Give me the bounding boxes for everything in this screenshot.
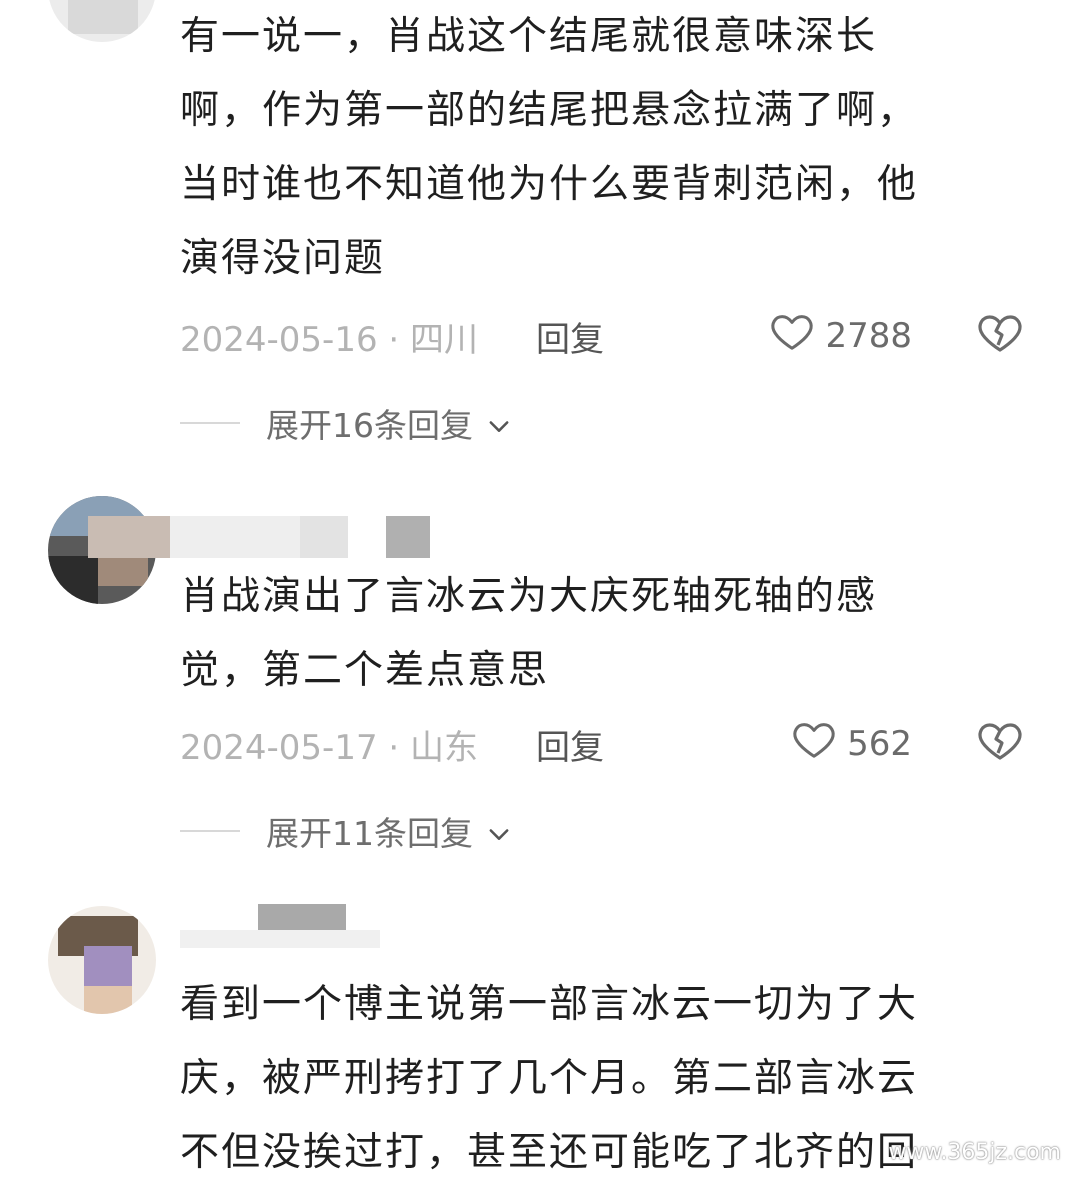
- like-count: 2788: [825, 315, 912, 356]
- chevron-down-icon: [485, 817, 513, 845]
- broken-heart-icon: [976, 723, 1024, 773]
- chevron-down-icon: [485, 409, 513, 437]
- reply-button[interactable]: 回复: [536, 720, 604, 769]
- expand-replies[interactable]: 展开16条回复: [180, 398, 513, 448]
- comment-text: 有一说一，肖战这个结尾就很意味深长 啊，作为第一部的结尾把悬念拉满了啊， 当时谁…: [180, 14, 919, 281]
- heart-outline-icon: [769, 308, 815, 363]
- watermark: www.365jz.com: [888, 1140, 1061, 1165]
- expand-replies-label: 展开16条回复: [266, 406, 473, 445]
- like-button[interactable]: 2788: [769, 308, 912, 363]
- avatar[interactable]: [48, 906, 156, 1014]
- comment-meta: 2024-05-17 · 山东 回复 562: [180, 720, 1040, 770]
- date-location: 2024-05-16 · 四川: [180, 320, 479, 360]
- expand-replies[interactable]: 展开11条回复: [180, 806, 513, 856]
- comment-text: 肖战演出了言冰云为大庆死轴死轴的感 觉，第二个差点意思: [180, 574, 878, 693]
- username-blurred: [180, 900, 420, 950]
- heart-outline-icon: [791, 716, 837, 771]
- date-location: 2024-05-17 · 山东: [180, 728, 479, 768]
- comment-text: 看到一个博主说第一部言冰云一切为了大 庆，被严刑拷打了几个月。第二部言冰云 不但…: [180, 982, 919, 1175]
- divider: [180, 422, 240, 424]
- avatar[interactable]: [48, 0, 156, 42]
- reply-button[interactable]: 回复: [536, 312, 604, 361]
- like-button[interactable]: 562: [791, 716, 912, 771]
- comment-meta: 2024-05-16 · 四川 回复 2788: [180, 312, 1040, 362]
- username-blurred: [88, 516, 438, 558]
- divider: [180, 830, 240, 832]
- dislike-button[interactable]: [976, 716, 1024, 773]
- expand-replies-label: 展开11条回复: [266, 814, 473, 853]
- dislike-button[interactable]: [976, 308, 1024, 365]
- like-count: 562: [847, 723, 912, 764]
- broken-heart-icon: [976, 315, 1024, 365]
